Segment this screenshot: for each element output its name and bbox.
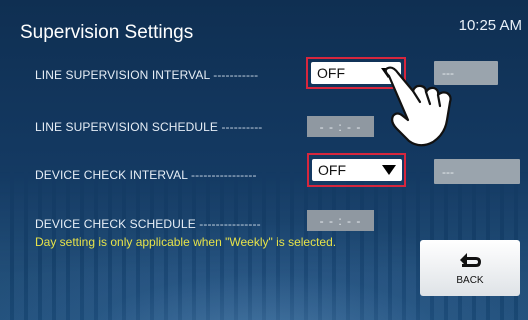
- device-check-interval-label: DEVICE CHECK INTERVAL ----------------: [35, 168, 257, 182]
- back-button-label: BACK: [456, 275, 484, 286]
- line-supervision-schedule-time[interactable]: - - : - -: [307, 116, 374, 137]
- line-supervision-day-field[interactable]: ---: [434, 61, 498, 85]
- line-supervision-interval-dropdown[interactable]: OFF: [311, 62, 401, 84]
- back-arrow-icon: [460, 253, 481, 267]
- device-check-interval-dropdown[interactable]: OFF: [312, 159, 402, 181]
- clock: 10:25 AM: [458, 17, 522, 34]
- dropdown-arrow-icon: [382, 165, 396, 175]
- dropdown-arrow-icon: [381, 68, 395, 78]
- line-supervision-schedule-label: LINE SUPERVISION SCHEDULE ----------: [35, 120, 263, 134]
- device-check-schedule-time[interactable]: - - : - -: [307, 210, 374, 231]
- weekly-note: Day setting is only applicable when "Wee…: [35, 235, 337, 249]
- device-check-day-field[interactable]: ---: [434, 159, 520, 184]
- line-supervision-interval-label: LINE SUPERVISION INTERVAL -----------: [35, 68, 259, 82]
- page-title: Supervision Settings: [20, 22, 194, 43]
- device-check-schedule-label: DEVICE CHECK SCHEDULE ---------------: [35, 217, 261, 231]
- back-button[interactable]: BACK: [420, 240, 520, 296]
